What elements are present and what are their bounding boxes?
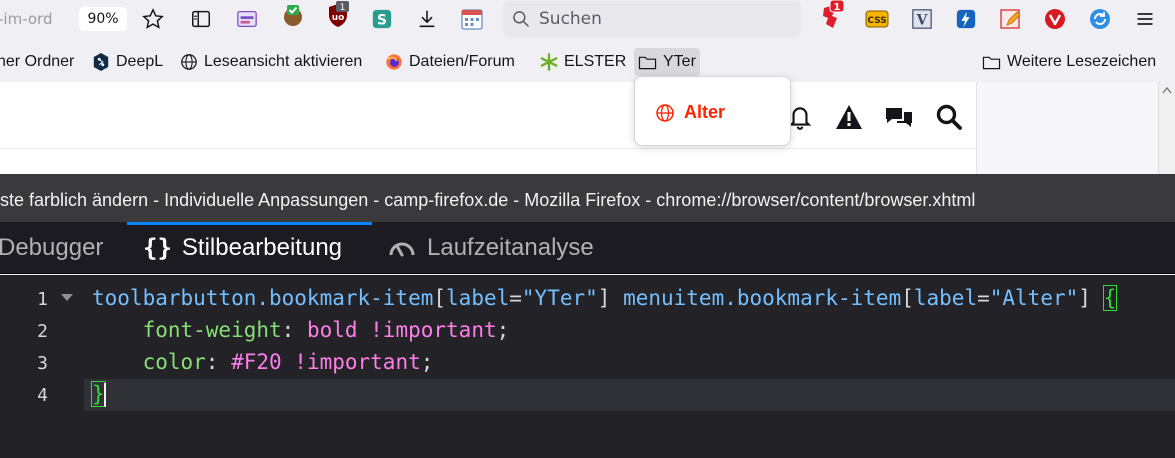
css-attribute: label: [446, 286, 510, 310]
search-icon[interactable]: [934, 102, 964, 132]
page-side-panel: [976, 82, 1158, 174]
stylus-extension-icon[interactable]: S: [369, 6, 395, 32]
css-property: color: [142, 350, 206, 374]
code-line-2[interactable]: font-weight: bold !important;: [92, 318, 510, 342]
css-property: font-weight: [142, 318, 282, 342]
css-extension-icon[interactable]: CSS: [864, 6, 890, 32]
globe-icon: [181, 54, 197, 70]
sync-extension-icon[interactable]: [1087, 6, 1113, 32]
menuitem-label: Alter: [684, 102, 726, 122]
tab-performance[interactable]: Laufzeitanalyse: [387, 222, 594, 274]
deepl-icon: [93, 53, 109, 71]
window-title-text: iste farblich ändern - Individuelle Anpa…: [0, 190, 976, 210]
folder-icon: [982, 56, 1001, 69]
lightning-extension-icon[interactable]: [953, 6, 979, 32]
code-line-4[interactable]: }: [91, 381, 106, 407]
line-number: 2: [37, 321, 48, 342]
css-selector: menuitem.bookmark-item: [623, 286, 902, 310]
matching-brace-open: {: [1102, 285, 1118, 311]
bookmark-label: Weitere Lesezeichen: [1007, 53, 1157, 70]
active-line-highlight: [84, 379, 1175, 411]
css-value: #F20 !important: [231, 350, 421, 374]
tab-style-editor[interactable]: {} Stilbearbeitung: [143, 222, 342, 274]
bookmark-label: DeepL: [116, 53, 164, 70]
devtools-tab-bar: Debugger {} Stilbearbeitung Laufzeitanal…: [0, 222, 1175, 274]
css-attribute-value: "YTer": [521, 286, 598, 310]
svg-text:S: S: [377, 13, 387, 29]
bookmark-folder-popup: Alter: [634, 76, 791, 146]
line-number: 1: [37, 289, 48, 310]
extension-badge: 1: [834, 2, 841, 13]
search-placeholder: Suchen: [539, 9, 602, 29]
bookmark-star-icon[interactable]: [140, 6, 166, 32]
fold-arrow-icon[interactable]: [61, 294, 73, 301]
divider: [0, 148, 976, 149]
svg-text:uo: uo: [332, 13, 345, 23]
svg-text:CSS: CSS: [867, 16, 886, 26]
bookmark-label: Dateien/Forum: [409, 53, 515, 70]
tabs-manager-extension-icon[interactable]: [234, 6, 260, 32]
bookmark-label: ELSTER: [564, 53, 627, 70]
bookmark-dateien-forum[interactable]: Dateien/Forum: [385, 50, 515, 74]
css-selector: toolbarbutton.bookmark-item: [92, 286, 434, 310]
tab-label: Laufzeitanalyse: [427, 234, 594, 261]
tab-label: Stilbearbeitung: [181, 234, 343, 261]
css-attribute: label: [913, 286, 978, 310]
ublock-origin-icon[interactable]: uo 1: [325, 1, 351, 28]
tab-debugger[interactable]: Debugger: [0, 222, 103, 274]
firefox-icon: [386, 54, 402, 70]
globe-icon: [656, 103, 674, 122]
warning-icon[interactable]: [834, 102, 864, 132]
css-value: bold !important: [306, 318, 497, 342]
braces-icon: {}: [143, 234, 172, 262]
bookmark-elster[interactable]: ELSTER: [540, 50, 626, 74]
style-editor[interactable]: 1 2 3 4 toolbarbutton.bookmark-item[labe…: [0, 275, 1175, 458]
line-number: 3: [37, 353, 48, 374]
matching-brace-close: }: [91, 381, 106, 407]
search-field[interactable]: Suchen: [503, 1, 801, 37]
line-number: 4: [37, 385, 48, 406]
zoom-indicator[interactable]: 90%: [79, 7, 127, 31]
scrollbar[interactable]: [1158, 82, 1175, 174]
bookmark-ordner[interactable]: ner Ordner: [0, 50, 74, 74]
vivaldi-extension-icon[interactable]: [1042, 6, 1068, 32]
navigation-toolbar: -im-ord 90% uo 1 S Suchen 1 CSS V: [0, 0, 1175, 40]
text-cursor: [104, 383, 106, 407]
menu-icon[interactable]: [1132, 6, 1158, 32]
web-page-content: [0, 82, 1175, 174]
ublock-badge: 1: [340, 3, 346, 13]
scroll-up-arrow-icon[interactable]: [1162, 86, 1172, 94]
url-text[interactable]: -im-ord: [0, 10, 53, 28]
bookmarks-toolbar: ner Ordner DeepL Leseansicht aktivieren …: [0, 40, 1175, 82]
bookmark-weitere-lesezeichen[interactable]: Weitere Lesezeichen: [982, 50, 1156, 74]
red-extension-icon[interactable]: 1: [820, 0, 846, 28]
bookmark-label: ner Ordner: [0, 53, 75, 70]
vocabulary-extension-icon[interactable]: V: [909, 6, 935, 32]
code-line-3[interactable]: color: #F20 !important;: [92, 350, 434, 374]
css-attribute-value: "Alter": [989, 286, 1079, 310]
calendar-extension-icon[interactable]: [459, 6, 485, 32]
bookmark-folder-yter[interactable]: YTer: [634, 48, 700, 76]
svg-text:V: V: [916, 13, 928, 29]
edit-extension-icon[interactable]: [998, 6, 1024, 32]
conversations-icon[interactable]: [884, 102, 914, 132]
search-icon: [513, 11, 530, 28]
devtools-window-title: iste farblich ändern - Individuelle Anpa…: [0, 174, 1175, 222]
gauge-icon: [389, 242, 415, 257]
bookmark-menuitem-alter[interactable]: Alter: [655, 102, 725, 123]
bookmark-leseansicht[interactable]: Leseansicht aktivieren: [180, 50, 362, 74]
sidebar-icon[interactable]: [188, 6, 214, 32]
downloads-icon[interactable]: [414, 6, 440, 32]
tab-label: Debugger: [0, 234, 104, 261]
folder-icon: [638, 56, 657, 69]
extension-face-icon[interactable]: [280, 2, 306, 28]
elster-icon: [540, 53, 558, 71]
bookmark-label: YTer: [663, 53, 696, 70]
bookmark-label: Leseansicht aktivieren: [204, 53, 363, 70]
bookmark-deepl[interactable]: DeepL: [92, 50, 163, 74]
code-line-1[interactable]: toolbarbutton.bookmark-item[label="YTer"…: [92, 285, 1118, 311]
